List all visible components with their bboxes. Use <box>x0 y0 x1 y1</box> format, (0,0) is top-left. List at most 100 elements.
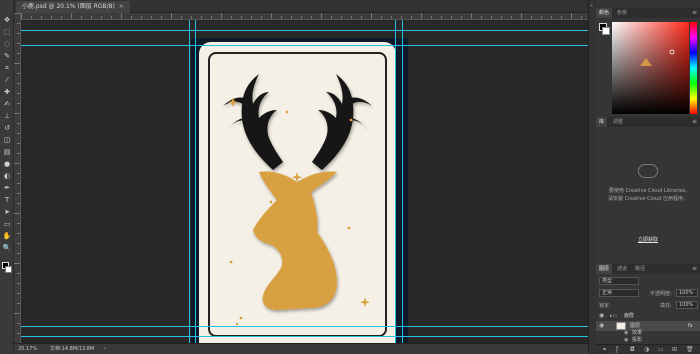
tab-layers[interactable]: 图层 <box>596 264 613 274</box>
status-arrow-icon[interactable]: › <box>104 344 106 354</box>
eye-icon[interactable]: ◉ <box>599 311 604 321</box>
document-size: 文档:14.8M/13.8M <box>50 346 95 352</box>
ruler-tick <box>451 16 452 19</box>
fx-button-icon[interactable]: ƒ <box>616 345 618 354</box>
ruler-tick <box>511 16 512 19</box>
close-icon[interactable]: × <box>119 3 124 10</box>
guide-vertical[interactable] <box>402 20 403 343</box>
ruler-tick <box>17 273 20 274</box>
ruler-tick <box>21 13 22 19</box>
ruler-tick <box>51 16 52 19</box>
ruler-tick <box>17 143 20 144</box>
effect-name: 投影 <box>632 337 643 343</box>
background-color-swatch[interactable] <box>602 27 610 35</box>
guide-vertical[interactable] <box>189 20 190 343</box>
tab-paths[interactable]: 路径 <box>632 264 648 274</box>
ruler-tick <box>441 16 442 19</box>
link-icon[interactable]: ⚭ <box>602 345 607 354</box>
background-color-swatch[interactable] <box>5 266 12 273</box>
layer-row-group[interactable]: ◉ ▸▭ 鹿群 <box>596 311 700 321</box>
ruler-tick <box>17 243 20 244</box>
zoom-tool-icon[interactable]: 🔍 <box>2 244 12 253</box>
tab-libraries[interactable]: 库 <box>596 117 608 127</box>
layers-panel-tabs: 图层 通道 路径 ≡ <box>596 264 700 274</box>
eye-icon[interactable]: ◉ <box>624 336 628 344</box>
creative-cloud-icon <box>638 164 658 178</box>
blend-mode-select[interactable]: 正常 <box>599 289 639 297</box>
quick-select-tool-icon[interactable]: ✎ <box>2 52 12 61</box>
guide-vertical[interactable] <box>195 20 196 343</box>
canvas-area[interactable] <box>21 20 588 343</box>
ruler-tick <box>14 113 20 114</box>
ruler-tick <box>281 16 282 19</box>
eyedropper-tool-icon[interactable]: ⁄ <box>2 76 12 85</box>
guide-vertical[interactable] <box>395 20 396 343</box>
layer-filter-select[interactable]: 类型 <box>599 277 639 285</box>
tab-color[interactable]: 颜色 <box>596 8 613 18</box>
pen-tool-icon[interactable]: ✒ <box>2 184 12 193</box>
tab-adjustments[interactable]: 调整 <box>610 117 626 127</box>
type-tool-icon[interactable]: T <box>2 196 12 205</box>
new-group-icon[interactable]: ▭ <box>658 345 664 354</box>
eraser-tool-icon[interactable]: ◫ <box>2 136 12 145</box>
history-brush-tool-icon[interactable]: ↺ <box>2 124 12 133</box>
trash-icon[interactable]: 🗑 <box>686 345 694 354</box>
lock-label: 锁定: <box>599 303 611 309</box>
ruler-tick <box>17 193 20 194</box>
ruler-tick <box>17 53 20 54</box>
new-layer-icon[interactable]: ⊞ <box>672 345 677 354</box>
tab-channels[interactable]: 通道 <box>614 264 630 274</box>
guide-horizontal[interactable] <box>21 45 588 46</box>
ruler-tick <box>17 153 20 154</box>
mask-icon[interactable]: ◘ <box>630 345 635 354</box>
adjustment-icon[interactable]: ◑ <box>644 345 649 354</box>
libraries-panel-tabs: 库 调整 ≡ <box>596 117 700 127</box>
ruler-tick <box>14 263 20 264</box>
cc-message-line-2: 请安装 Creative Cloud 应用程序。 <box>607 196 688 202</box>
guide-horizontal[interactable] <box>21 30 588 31</box>
panel-menu-icon[interactable]: ≡ <box>692 264 697 274</box>
dodge-tool-icon[interactable]: ◐ <box>2 172 12 181</box>
panel-menu-icon[interactable]: ≡ <box>692 8 697 18</box>
blur-tool-icon[interactable]: ● <box>2 160 12 169</box>
marquee-tool-icon[interactable]: ⬚ <box>2 28 12 37</box>
color-picker-field[interactable] <box>612 22 689 114</box>
horizontal-ruler[interactable] <box>21 13 588 20</box>
hand-tool-icon[interactable]: ✋ <box>2 232 12 241</box>
guide-horizontal[interactable] <box>21 326 588 327</box>
collapse-icon[interactable]: « <box>590 3 593 9</box>
opacity-label: 不透明度: <box>650 291 672 297</box>
opacity-field[interactable]: 100% <box>676 289 698 297</box>
tab-swatches[interactable]: 色板 <box>614 8 630 18</box>
lasso-tool-icon[interactable]: ◌ <box>2 40 12 49</box>
layer-name: 鹿群 <box>624 313 635 319</box>
panel-menu-icon[interactable]: ≡ <box>692 117 697 127</box>
guide-horizontal[interactable] <box>21 336 588 337</box>
layers-bottom-bar: ⚭ ƒ ◘ ◑ ▭ ⊞ 🗑 <box>596 344 700 354</box>
healing-brush-tool-icon[interactable]: ✚ <box>2 88 12 97</box>
move-tool-icon[interactable]: ✥ <box>2 16 12 25</box>
zoom-level[interactable]: 20.17% <box>18 344 37 354</box>
shape-tool-icon[interactable]: ▭ <box>2 220 12 229</box>
brush-tool-icon[interactable]: ✍ <box>2 100 12 109</box>
fill-field[interactable]: 100% <box>676 301 698 309</box>
crop-tool-icon[interactable]: ⌗ <box>2 64 12 73</box>
ruler-tick <box>491 16 492 19</box>
document-title: 小鹿.psd @ 20.1% (图层 RGB/8) <box>22 3 115 10</box>
vertical-ruler[interactable] <box>14 13 21 343</box>
gradient-tool-icon[interactable]: ▤ <box>2 148 12 157</box>
layer-effect-row[interactable]: ◉ 投影 <box>596 336 700 344</box>
ruler-tick <box>17 103 20 104</box>
ruler-tick <box>17 43 20 44</box>
hue-slider[interactable] <box>690 22 697 114</box>
get-now-link[interactable]: 立即获取 <box>600 236 696 243</box>
path-select-tool-icon[interactable]: ➤ <box>2 208 12 217</box>
ruler-tick <box>581 16 582 19</box>
ruler-tick <box>531 16 532 19</box>
clone-stamp-tool-icon[interactable]: ⊥ <box>2 112 12 121</box>
ruler-tick <box>101 16 102 19</box>
document-tab[interactable]: 小鹿.psd @ 20.1% (图层 RGB/8) × <box>16 1 130 13</box>
ruler-tick <box>461 16 462 19</box>
ruler-tick <box>14 163 20 164</box>
ruler-tick <box>481 16 482 19</box>
